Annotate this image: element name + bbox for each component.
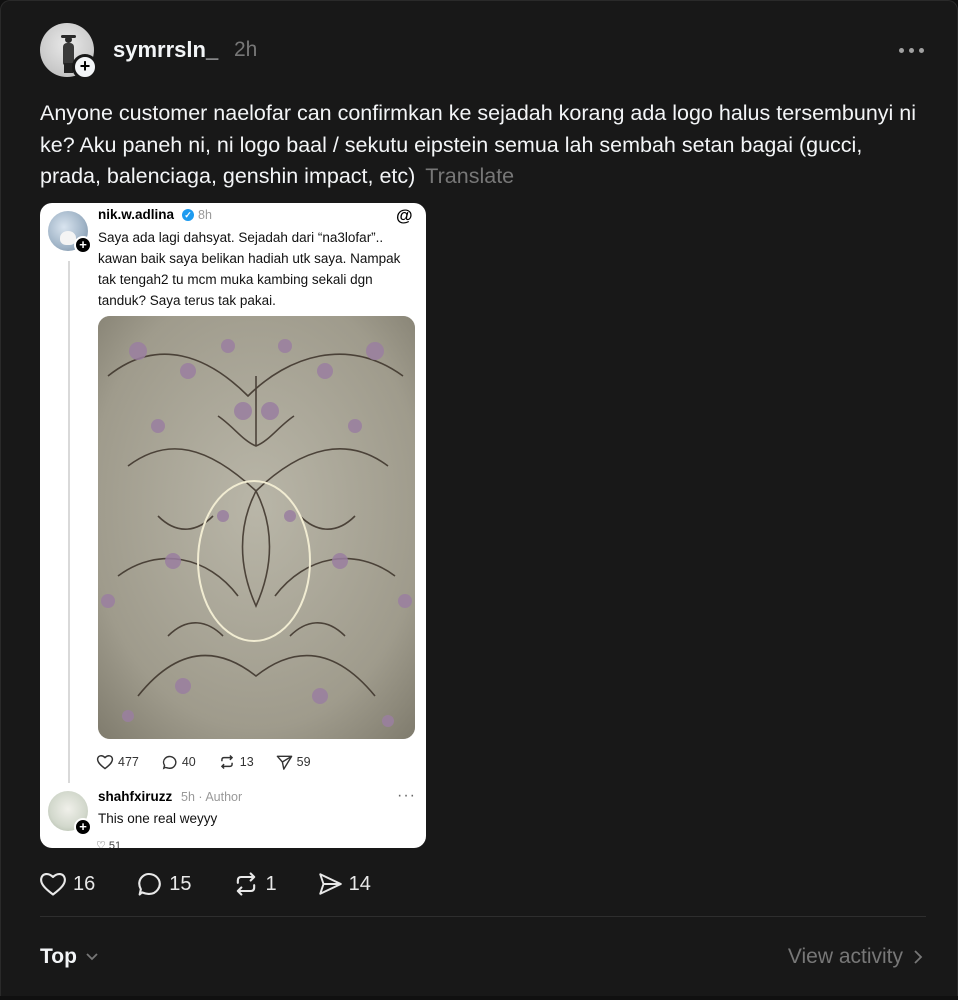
divider: [40, 916, 926, 917]
embed-time: 8h: [198, 208, 212, 222]
follow-plus-icon[interactable]: +: [72, 54, 98, 80]
repost-icon: [220, 754, 233, 770]
avatar-figure-head: [65, 36, 72, 43]
threads-logo-icon: @: [396, 206, 413, 225]
post-time: 2h: [234, 38, 258, 61]
heart-icon: [40, 873, 66, 896]
sort-dropdown[interactable]: Top: [40, 945, 99, 969]
share-button[interactable]: 14: [317, 871, 371, 897]
send-icon: [276, 755, 292, 770]
repost-count: 1: [265, 872, 277, 895]
sort-label: Top: [40, 945, 77, 968]
repost-icon: [236, 872, 255, 896]
comment-icon: [162, 755, 177, 769]
reply-meta: 5h · Author: [181, 790, 243, 804]
comment-icon: [138, 872, 161, 896]
embed-username: nik.w.adlina: [98, 207, 175, 222]
reply-count: 15: [169, 872, 192, 895]
thread-line: [68, 261, 70, 783]
more-options-icon[interactable]: [894, 37, 928, 63]
share-count: 14: [348, 872, 371, 895]
reply-like-count-cropped: ♡ 51: [96, 840, 122, 848]
send-icon: [318, 873, 342, 895]
like-button[interactable]: 16: [39, 871, 95, 897]
embedded-screenshot[interactable]: + nik.w.adlina ✓ 8h @ Saya ada lagi dahs…: [40, 203, 426, 848]
reply-button[interactable]: 15: [135, 870, 192, 898]
embed-text: Saya ada lagi dahsyat. Sejadah dari “na3…: [98, 230, 401, 308]
verified-badge-icon: ✓: [182, 209, 194, 221]
reply-follow-plus-icon: +: [74, 818, 92, 836]
embed-follow-plus-icon: +: [74, 236, 92, 254]
author-username[interactable]: symrrsln_: [113, 37, 218, 63]
reply-username: shahfxiruzz: [98, 789, 173, 804]
embed-reply-count: 40: [161, 754, 196, 771]
reply-more-icon: ···: [397, 787, 416, 804]
chevron-right-icon: [914, 950, 923, 964]
embed-share-count: 59: [276, 754, 311, 770]
embed-like-count: 477: [96, 754, 139, 770]
translate-link[interactable]: Translate: [425, 164, 514, 188]
reply-action-bar-cropped: ♡ 51: [96, 839, 121, 848]
bottom-edge: [0, 996, 958, 1000]
view-activity-label: View activity: [787, 945, 903, 968]
post-action-bar: 16 15 1 14: [39, 868, 411, 900]
post-body: Anyone customer naelofar can confirmkan …: [40, 98, 920, 193]
embed-repost-count: 13: [218, 754, 254, 770]
post-container: + symrrsln_ 2h Anyone customer naelofar …: [0, 0, 958, 1000]
heart-icon: [96, 755, 114, 770]
reply-text: This one real weyyy: [98, 811, 218, 826]
chevron-down-icon: [86, 953, 98, 961]
view-activity-link[interactable]: View activity: [788, 945, 923, 969]
like-count: 16: [73, 872, 96, 895]
repost-button[interactable]: 1: [232, 871, 277, 897]
embed-action-bar: 477 40 13 59: [96, 752, 333, 772]
prayer-mat-photo: [98, 316, 415, 739]
